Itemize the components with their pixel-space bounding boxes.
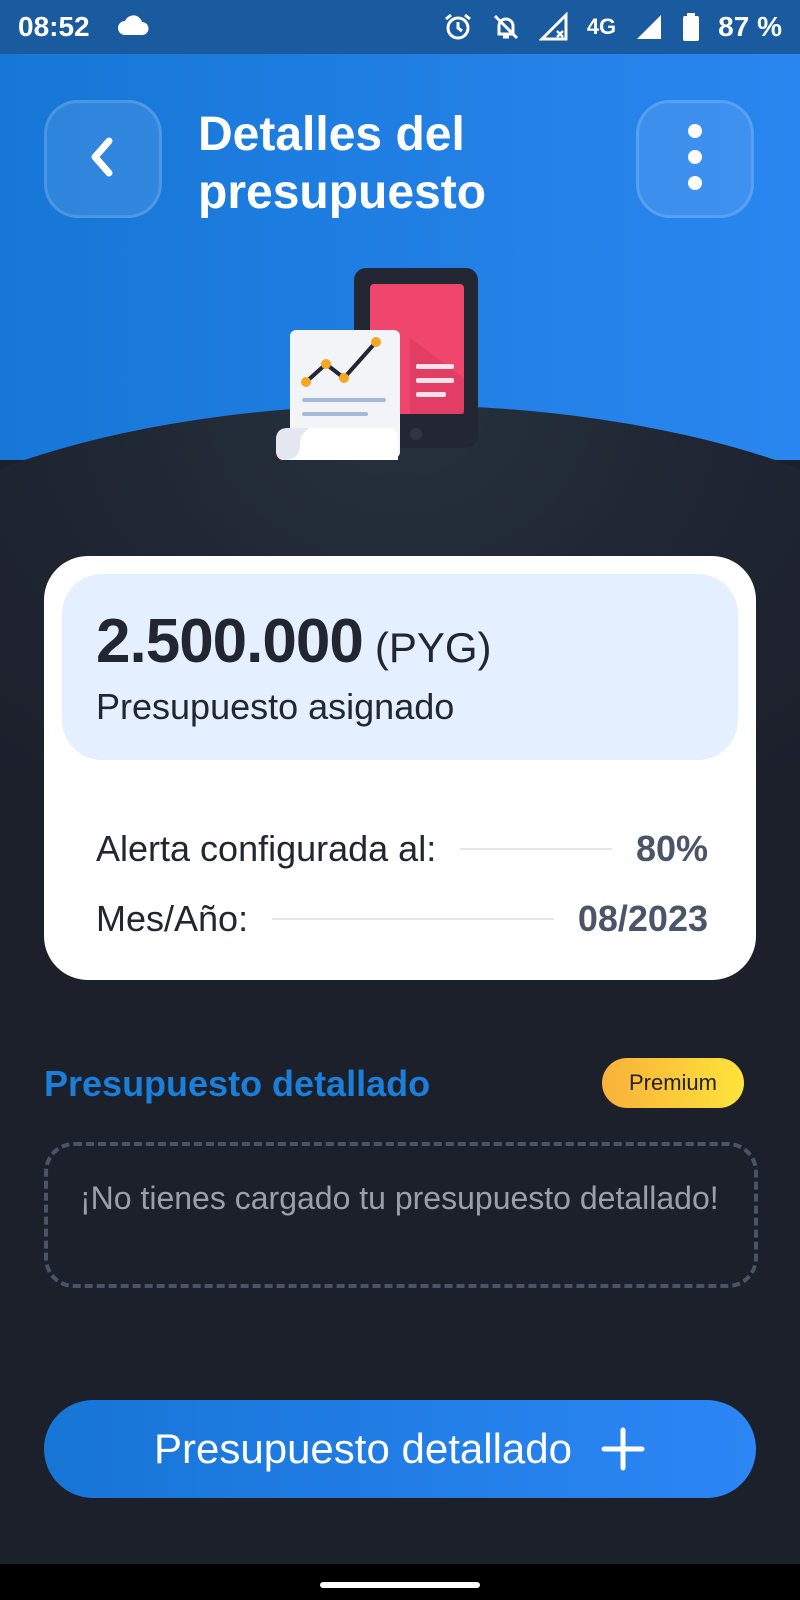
budget-amount-label: Presupuesto asignado: [96, 686, 455, 727]
cloud-icon: [116, 12, 149, 42]
month-divider: [272, 918, 554, 920]
more-options-button[interactable]: [636, 100, 754, 218]
month-row: Mes/Año: 08/2023: [96, 894, 708, 944]
chevron-left-icon: [83, 133, 123, 186]
alert-label: Alerta configurada al:: [96, 828, 437, 869]
screen: 08:52 4G 87 % Detalles del presupuesto 2…: [0, 0, 800, 1600]
alert-divider: [460, 848, 612, 850]
alert-value: 80%: [635, 828, 708, 869]
budget-amount-panel: 2.500.000 (PYG) Presupuesto asignado: [62, 574, 738, 760]
status-bar: 08:52 4G 87 %: [0, 0, 800, 54]
signal-icon: [634, 12, 664, 42]
month-label: Mes/Año:: [96, 898, 249, 939]
empty-message: ¡No tienes cargado tu presupuesto detall…: [80, 1180, 719, 1216]
battery-level: 87 %: [718, 11, 782, 42]
premium-badge: Premium: [602, 1058, 744, 1108]
detailed-budget-title: Presupuesto detallado: [44, 1063, 431, 1104]
signal-x-icon: [538, 11, 569, 42]
more-vertical-icon: [685, 121, 705, 198]
status-time: 08:52: [18, 11, 90, 42]
page-title: Detalles del presupuesto: [198, 108, 487, 219]
home-indicator[interactable]: [320, 1582, 480, 1588]
budget-amount-value: 2.500.000: [96, 607, 364, 676]
plus-icon: [600, 1426, 646, 1472]
budget-amount: 2.500.000 (PYG): [96, 606, 492, 677]
alert-row: Alerta configurada al: 80%: [96, 824, 708, 874]
notifications-off-icon: [491, 12, 521, 42]
budget-illustration: [270, 268, 490, 474]
network-type: 4G: [586, 14, 617, 39]
add-detailed-budget-button[interactable]: Presupuesto detallado: [44, 1400, 756, 1498]
battery-icon: [682, 12, 700, 42]
alarm-icon: [443, 12, 473, 42]
status-icons: 4G 87 %: [443, 11, 782, 43]
back-button[interactable]: [44, 100, 162, 218]
budget-currency: (PYG): [374, 624, 492, 671]
month-value: 08/2023: [577, 898, 708, 939]
empty-detailed-budget: ¡No tienes cargado tu presupuesto detall…: [44, 1142, 758, 1288]
add-button-label: Presupuesto detallado: [154, 1425, 572, 1472]
